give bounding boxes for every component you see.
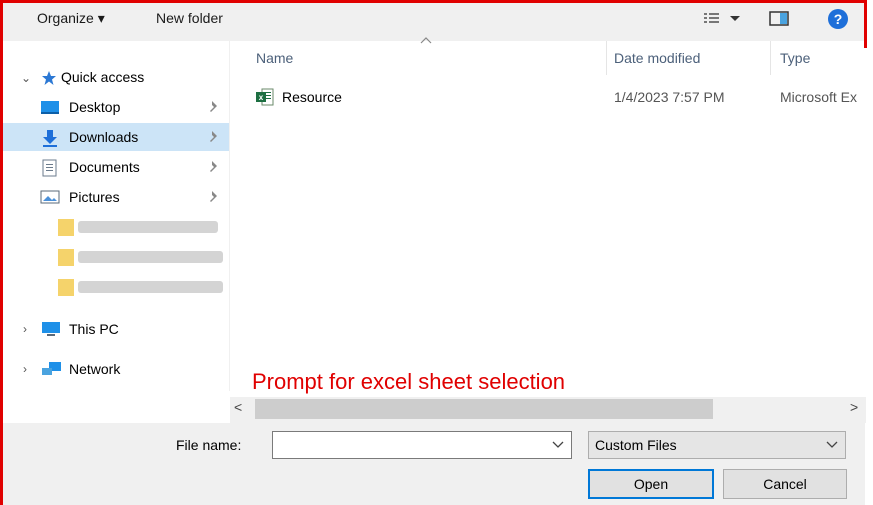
organize-button[interactable]: Organize ▾ (37, 6, 105, 30)
sort-ascending-icon (420, 37, 432, 44)
file-type-filter-value: Custom Files (595, 437, 677, 453)
folder-icon (58, 219, 74, 236)
file-type: Microsoft Ex (780, 89, 858, 105)
nav-item-folder[interactable] (3, 243, 229, 271)
nav-item-downloads[interactable]: Downloads (3, 123, 229, 151)
file-name-label: File name: (176, 437, 242, 453)
nav-network[interactable]: › Network (3, 355, 229, 383)
horizontal-scrollbar[interactable]: < > (230, 397, 866, 423)
change-view-button[interactable] (700, 7, 748, 29)
pin-icon[interactable] (207, 189, 221, 205)
nav-item-documents[interactable]: Documents (3, 153, 229, 181)
chevron-down-icon[interactable] (551, 437, 565, 451)
file-date-modified: 1/4/2023 7:57 PM (614, 89, 725, 105)
chevron-down-icon[interactable] (825, 437, 839, 451)
file-list: Name Date modified Type x Resource 1/4/2… (230, 37, 866, 395)
file-open-dialog: Organize ▾ New folder ? ⌄ Quick access D… (0, 0, 873, 505)
column-header-name[interactable]: Name (256, 43, 293, 73)
new-folder-button[interactable]: New folder (156, 6, 223, 30)
help-icon: ? (828, 9, 848, 29)
document-icon (42, 159, 57, 177)
column-header-type[interactable]: Type (780, 43, 810, 73)
computer-icon (42, 322, 60, 336)
nav-item-label: Documents (69, 159, 140, 175)
folder-icon (58, 249, 74, 266)
chevron-down-icon[interactable]: ⌄ (21, 64, 31, 92)
svg-text:x: x (259, 93, 264, 102)
scrollbar-thumb[interactable] (255, 399, 713, 419)
pin-icon[interactable] (207, 129, 221, 145)
redacted-label (78, 251, 223, 263)
nav-network-label: Network (69, 361, 121, 377)
nav-this-pc[interactable]: › This PC (3, 315, 229, 343)
nav-this-pc-label: This PC (69, 321, 119, 337)
network-icon (42, 362, 61, 375)
navigation-pane: ⌄ Quick access Desktop Downloads Documen… (3, 41, 229, 391)
nav-quick-access-label: Quick access (61, 69, 145, 85)
help-button[interactable]: ? (825, 7, 851, 33)
scroll-right-icon[interactable]: > (850, 399, 858, 415)
redacted-label (78, 281, 223, 293)
preview-pane-button[interactable] (767, 7, 791, 29)
nav-item-label: Downloads (69, 129, 139, 145)
star-icon (42, 71, 56, 85)
column-header-date-modified[interactable]: Date modified (614, 43, 700, 73)
nav-item-desktop[interactable]: Desktop (3, 93, 229, 121)
nav-item-pictures[interactable]: Pictures (3, 183, 229, 211)
desktop-icon (41, 101, 59, 114)
file-row[interactable]: x Resource 1/4/2023 7:57 PM Microsoft Ex (252, 85, 862, 109)
chevron-right-icon[interactable]: › (23, 315, 27, 343)
pictures-icon (40, 190, 60, 204)
chevron-right-icon[interactable]: › (23, 355, 27, 383)
file-name-input[interactable] (273, 432, 555, 456)
nav-item-label: Pictures (69, 189, 120, 205)
download-arrow-icon (43, 130, 57, 147)
pin-icon[interactable] (207, 99, 221, 115)
file-name: Resource (282, 89, 342, 105)
nav-item-folder[interactable] (3, 213, 229, 241)
svg-text:?: ? (834, 11, 843, 27)
column-divider[interactable] (770, 41, 771, 75)
open-button[interactable]: Open (588, 469, 714, 499)
annotation-caption: Prompt for excel sheet selection (252, 369, 566, 394)
column-divider[interactable] (606, 41, 607, 75)
redacted-label (78, 221, 218, 233)
nav-item-folder[interactable] (3, 273, 229, 301)
nav-quick-access[interactable]: ⌄ Quick access (3, 63, 229, 91)
annotation-border-top (0, 0, 866, 3)
file-name-combobox[interactable] (272, 431, 572, 459)
preview-pane-icon (769, 11, 789, 26)
view-details-icon (704, 13, 740, 23)
nav-item-label: Desktop (69, 99, 121, 115)
toolbar: Organize ▾ New folder ? (3, 3, 865, 41)
scroll-left-icon[interactable]: < (234, 399, 242, 415)
excel-file-icon: x (256, 88, 274, 106)
folder-icon (58, 279, 74, 296)
annotation-border-left (0, 0, 3, 505)
cancel-button[interactable]: Cancel (723, 469, 847, 499)
annotation-border-right (864, 0, 867, 48)
bottom-bar: File name: Custom Files Open Cancel (3, 423, 865, 505)
file-type-filter-select[interactable]: Custom Files (588, 431, 846, 459)
pin-icon[interactable] (207, 159, 221, 175)
